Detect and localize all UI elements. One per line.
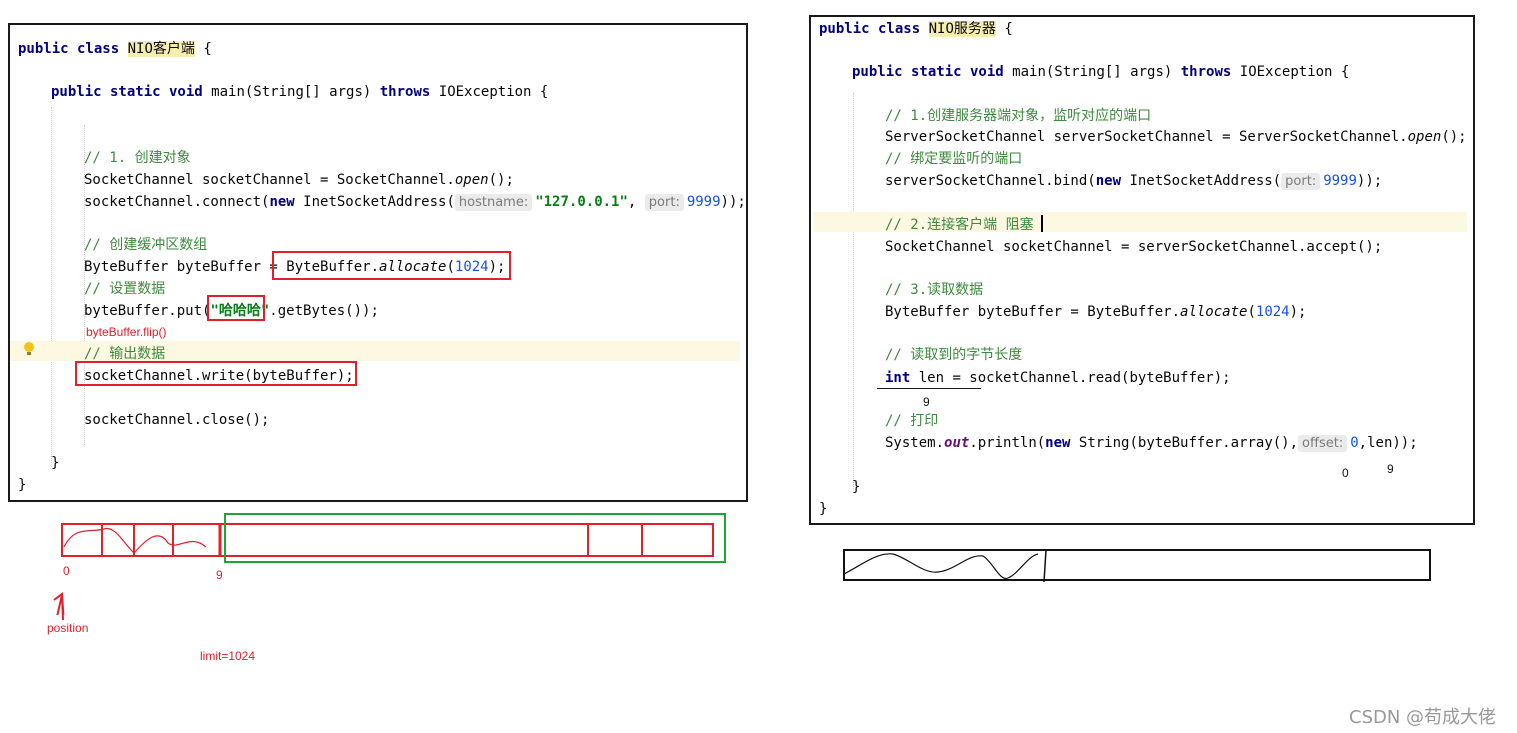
- data-scribble: [843, 553, 1039, 580]
- server-class-declaration[interactable]: public class NIO服务器 {: [819, 19, 1013, 39]
- client-buffer-diagram: [56, 513, 726, 615]
- server-accept-line[interactable]: SocketChannel socketChannel = serverSock…: [885, 237, 1382, 257]
- param-hint-port: port:: [644, 194, 684, 211]
- indent-guide: [51, 107, 52, 467]
- server-comment-4: // 3.读取数据: [885, 282, 984, 298]
- position-marker: [53, 592, 64, 621]
- server-buffer-diagram: [843, 549, 1431, 583]
- label-index-0: 0: [63, 564, 70, 578]
- annotation-len-9b: 9: [1387, 462, 1394, 476]
- server-println-line[interactable]: System.out.println(new String(byteBuffer…: [885, 433, 1418, 453]
- client-open-line[interactable]: SocketChannel socketChannel = SocketChan…: [84, 170, 514, 190]
- label-limit: limit=1024: [200, 649, 256, 663]
- buffer-rect: [843, 549, 1431, 581]
- server-comment-2: // 绑定要监听的端口: [885, 151, 1023, 167]
- server-class-name: NIO服务器: [928, 21, 996, 37]
- server-class-close-brace: }: [819, 501, 828, 517]
- server-bind-line[interactable]: serverSocketChannel.bind(new InetSocketA…: [885, 171, 1382, 191]
- param-hint-offset: offset:: [1298, 435, 1348, 452]
- server-main-close-brace: }: [852, 479, 861, 495]
- annotation-flip: byteBuffer.flip(): [86, 325, 167, 339]
- server-main-signature[interactable]: public static void main(String[] args) t…: [852, 62, 1349, 82]
- read-underline: [877, 388, 981, 389]
- text-caret: [1041, 215, 1043, 232]
- label-position: position: [47, 621, 89, 635]
- client-close-line[interactable]: socketChannel.close();: [84, 410, 269, 430]
- client-comment-1: // 1. 创建对象: [84, 150, 191, 166]
- server-open-line[interactable]: ServerSocketChannel serverSocketChannel …: [885, 127, 1467, 147]
- client-class-close-brace: }: [18, 477, 27, 493]
- client-main-signature[interactable]: public static void main(String[] args) t…: [51, 82, 548, 102]
- remaining-space-box: [224, 513, 726, 563]
- client-comment-2: // 创建缓冲区数组: [84, 237, 208, 253]
- watermark: CSDN @苟成大佬: [1349, 707, 1497, 728]
- indent-guide: [853, 93, 854, 493]
- server-code-panel: public class NIO服务器 { public static void…: [809, 15, 1475, 525]
- highlight-allocate-box: [272, 251, 511, 280]
- client-main-close-brace: }: [51, 455, 60, 471]
- buffer-cell-divider: [1043, 549, 1047, 583]
- buffer-rect: [61, 523, 714, 557]
- highlight-put-value-box: [207, 295, 265, 321]
- server-comment-6: // 打印: [885, 413, 939, 429]
- annotation-len-9: 9: [923, 395, 930, 409]
- server-read-line[interactable]: int len = socketChannel.read(byteBuffer)…: [885, 368, 1231, 388]
- param-hint-hostname: hostname:: [454, 194, 533, 211]
- server-allocate-line[interactable]: ByteBuffer byteBuffer = ByteBuffer.alloc…: [885, 302, 1306, 322]
- label-index-9: 9: [216, 568, 223, 582]
- client-class-name: NIO客户端: [127, 41, 195, 57]
- server-comment-5: // 读取到的字节长度: [885, 347, 1023, 363]
- highlight-write-box: [75, 361, 357, 386]
- lightbulb-icon[interactable]: [24, 342, 34, 355]
- server-comment-1: // 1.创建服务器端对象，监听对应的端口: [885, 108, 1152, 124]
- param-hint-port: port:: [1281, 173, 1321, 190]
- server-comment-3: // 2.连接客户端 阻塞: [885, 217, 1034, 233]
- client-comment-3: // 设置数据: [84, 281, 166, 297]
- client-connect-line[interactable]: socketChannel.connect(new InetSocketAddr…: [84, 192, 746, 212]
- annotation-offset-0: 0: [1342, 466, 1349, 480]
- client-class-declaration[interactable]: public class NIO客户端 {: [18, 39, 212, 59]
